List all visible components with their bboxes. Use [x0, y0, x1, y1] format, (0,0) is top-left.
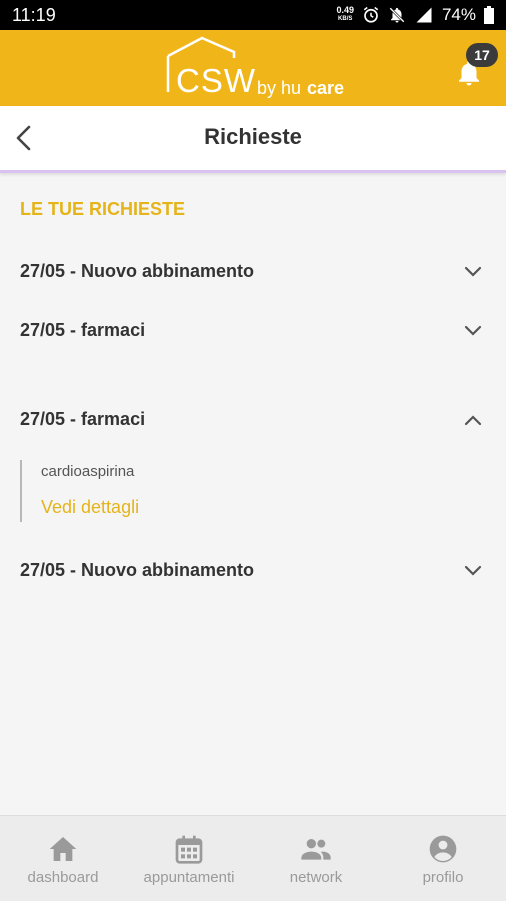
- people-icon: [301, 839, 331, 860]
- home-icon: [49, 837, 77, 861]
- request-detail-text: cardioaspirina: [41, 463, 135, 480]
- request-label: 27/05 - Nuovo abbinamento: [20, 261, 255, 281]
- request-label: 27/05 - farmaci: [20, 409, 146, 429]
- chevron-up-icon: [464, 415, 482, 426]
- page-title: Richieste: [204, 124, 302, 149]
- battery-level: 74%: [441, 5, 476, 24]
- status-time: 11:19: [12, 5, 56, 25]
- request-item-expanded[interactable]: 27/05 - farmaci: [0, 398, 506, 442]
- request-item[interactable]: 27/05 - farmaci: [0, 309, 506, 353]
- calendar-icon: [175, 835, 203, 864]
- request-item[interactable]: 27/05 - Nuovo abbinamento: [0, 250, 506, 294]
- chevron-down-icon: [464, 565, 482, 576]
- svg-text:care: care: [307, 78, 344, 98]
- network-speed: 0.49 KB/S: [336, 5, 354, 23]
- title-bar: Richieste: [0, 106, 506, 173]
- signal-icon: [416, 7, 432, 23]
- nav-network[interactable]: network: [253, 816, 379, 901]
- view-details-link[interactable]: Vedi dettagli: [41, 497, 139, 518]
- status-icons: 0.49 KB/S 74%: [336, 4, 494, 26]
- chevron-down-icon: [464, 325, 482, 336]
- notifications-off-icon: [389, 7, 405, 23]
- svg-text:CSW: CSW: [176, 62, 256, 98]
- account-circle-icon: [429, 835, 457, 863]
- chevron-down-icon: [464, 266, 482, 277]
- csw-logo: CSW by hu care: [166, 36, 344, 98]
- nav-label: dashboard: [27, 869, 99, 886]
- bottom-navigation: dashboard appuntamenti network profilo: [0, 815, 506, 901]
- nav-profilo[interactable]: profilo: [380, 816, 506, 901]
- svg-text:by hu: by hu: [257, 78, 301, 98]
- detail-divider: [20, 460, 22, 522]
- alarm-icon: [363, 6, 379, 23]
- notification-count-badge: 17: [466, 43, 498, 67]
- battery-icon: [484, 6, 494, 24]
- nav-label: appuntamenti: [143, 869, 235, 886]
- nav-label: profilo: [422, 869, 464, 886]
- request-item[interactable]: 27/05 - Nuovo abbinamento: [0, 549, 506, 593]
- nav-label: network: [289, 869, 343, 886]
- nav-appuntamenti[interactable]: appuntamenti: [126, 816, 252, 901]
- section-title: LE TUE RICHIESTE: [20, 199, 186, 219]
- request-label: 27/05 - Nuovo abbinamento: [20, 560, 255, 580]
- nav-dashboard[interactable]: dashboard: [0, 816, 126, 901]
- request-label: 27/05 - farmaci: [20, 320, 146, 340]
- status-bar: 11:19 0.49 KB/S 74%: [0, 0, 506, 30]
